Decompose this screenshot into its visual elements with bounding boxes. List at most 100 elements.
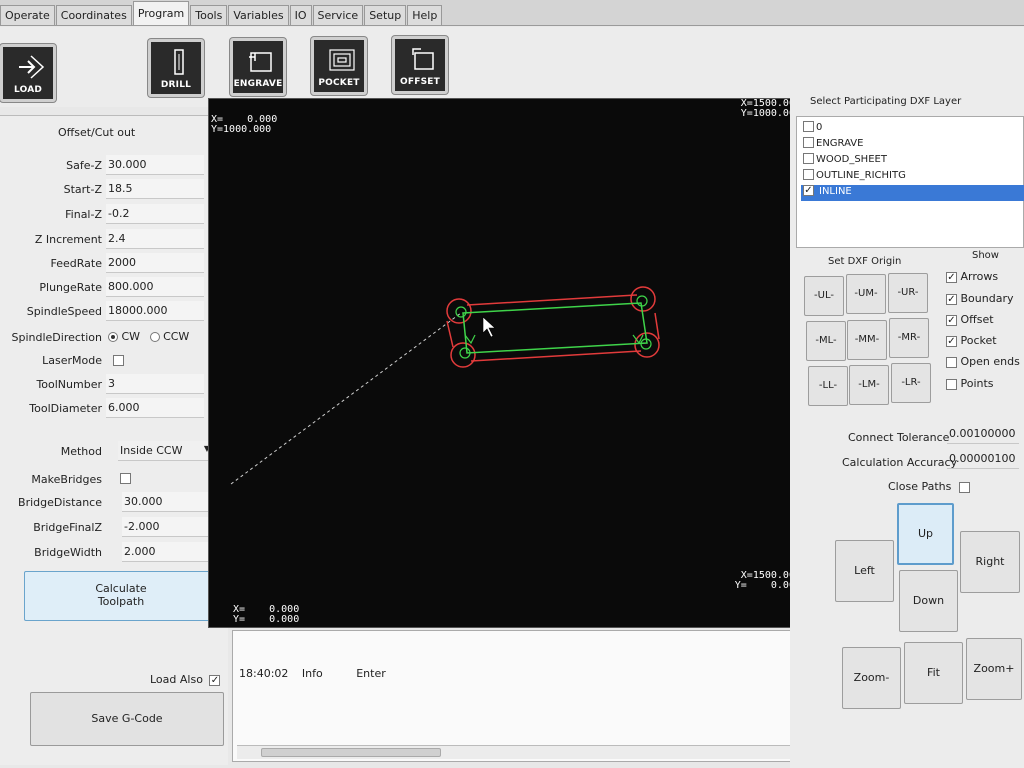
- tab-program[interactable]: Program: [132, 1, 190, 25]
- layer-checkbox[interactable]: [803, 153, 814, 164]
- origin-mr-button[interactable]: -MR-: [889, 318, 929, 358]
- method-value: Inside CCW: [120, 444, 183, 457]
- spindlespeed-field[interactable]: 18000.000: [106, 301, 204, 321]
- bridge-distance-field[interactable]: 30.000: [122, 492, 220, 512]
- save-gcode-button[interactable]: Save G-Code: [30, 692, 224, 746]
- spindle-direction-group: CW CCW: [108, 330, 189, 343]
- load-button[interactable]: LOAD: [0, 44, 56, 102]
- tab-service[interactable]: Service: [312, 5, 364, 25]
- show-boundary[interactable]: ✓ Boundary: [946, 292, 1013, 305]
- origin-um-button[interactable]: -UM-: [846, 274, 886, 314]
- layer-item[interactable]: OUTLINE_RICHITG: [801, 169, 1024, 185]
- layer-checkbox[interactable]: [803, 121, 814, 132]
- up-button[interactable]: Up: [897, 503, 954, 565]
- down-button[interactable]: Down: [899, 570, 958, 632]
- calculate-toolpath-button[interactable]: Calculate Toolpath: [24, 571, 218, 621]
- load-label: LOAD: [13, 85, 43, 95]
- show-points[interactable]: Points: [946, 377, 994, 390]
- show-points-checkbox[interactable]: [946, 378, 957, 390]
- feedrate-field[interactable]: 2000: [106, 253, 204, 273]
- bridge-width-field[interactable]: 2.000: [122, 542, 220, 562]
- show-offset[interactable]: ✓ Offset: [946, 313, 994, 326]
- make-bridges-label: MakeBridges: [31, 473, 102, 486]
- load-also-checkbox[interactable]: ✓: [209, 674, 221, 686]
- make-bridges-checkbox[interactable]: [120, 473, 131, 484]
- layer-checkbox[interactable]: ✓: [803, 185, 814, 196]
- tool-diameter-row: ToolDiameter 6.000: [0, 397, 228, 421]
- origin-title: Set DXF Origin: [828, 256, 902, 267]
- left-button[interactable]: Left: [835, 540, 894, 602]
- tool-diameter-field[interactable]: 6.000: [106, 398, 204, 418]
- tab-io[interactable]: IO: [289, 5, 312, 25]
- fit-button[interactable]: Fit: [904, 642, 963, 704]
- calculate-label-line2: Toolpath: [97, 595, 145, 608]
- zoom-in-button[interactable]: Zoom+: [966, 638, 1022, 700]
- show-boundary-checkbox[interactable]: ✓: [946, 293, 957, 305]
- show-boundary-label: Boundary: [960, 292, 1014, 305]
- method-label: Method: [60, 445, 102, 458]
- right-button[interactable]: Right: [960, 531, 1020, 593]
- load-icon: [19, 55, 45, 79]
- cw-radio[interactable]: [108, 332, 118, 342]
- close-paths-checkbox[interactable]: [958, 481, 970, 493]
- offset-button[interactable]: OFFSET: [392, 36, 448, 94]
- z-increment-field[interactable]: 2.4: [106, 229, 204, 249]
- show-arrows-checkbox[interactable]: ✓: [946, 271, 957, 283]
- origin-lm-button[interactable]: -LM-: [849, 365, 889, 405]
- connect-tolerance-field[interactable]: 0.00100000: [947, 424, 1019, 444]
- tab-help[interactable]: Help: [407, 5, 443, 25]
- show-offset-checkbox[interactable]: ✓: [946, 314, 957, 326]
- tab-variables[interactable]: Variables: [228, 5, 289, 25]
- show-open-ends[interactable]: Open ends: [946, 355, 1020, 368]
- origin-ml-button[interactable]: -ML-: [806, 321, 846, 361]
- show-open-ends-checkbox[interactable]: [946, 356, 957, 368]
- engrave-button[interactable]: ENGRAVE: [230, 38, 286, 96]
- origin-ll-button[interactable]: -LL-: [808, 366, 848, 406]
- ccw-label: CCW: [163, 330, 190, 343]
- method-select[interactable]: Inside CCW ▼: [118, 441, 214, 461]
- start-z-row: Start-Z 18.5: [0, 178, 228, 202]
- bridge-finalz-field[interactable]: -2.000: [122, 517, 220, 537]
- layer-checkbox[interactable]: [803, 137, 814, 148]
- zoom-out-button[interactable]: Zoom-: [842, 647, 901, 709]
- show-pocket[interactable]: ✓ Pocket: [946, 334, 997, 347]
- tab-setup[interactable]: Setup: [364, 5, 407, 25]
- offset-label: OFFSET: [400, 77, 440, 87]
- feedrate-row: FeedRate 2000: [0, 252, 228, 276]
- layer-item[interactable]: WOOD_SHEET: [801, 153, 1024, 169]
- drill-icon: [174, 49, 184, 75]
- ccw-radio[interactable]: [149, 332, 160, 342]
- final-z-field[interactable]: -0.2: [106, 204, 204, 224]
- toolpath-canvas[interactable]: X= 0.000 Y=1000.000 X=1500.000 Y=1000.00…: [208, 98, 804, 628]
- calc-accuracy-field[interactable]: 0.00000100: [947, 449, 1019, 469]
- origin-mm-button[interactable]: -MM-: [847, 320, 887, 360]
- scrollbar-thumb[interactable]: [261, 748, 441, 757]
- origin-lr-button[interactable]: -LR-: [891, 363, 931, 403]
- layer-checkbox[interactable]: [803, 169, 814, 180]
- show-arrows[interactable]: ✓ Arrows: [946, 270, 998, 283]
- pocket-button[interactable]: POCKET: [311, 37, 367, 95]
- calc-accuracy-label: Calculation Accuracy: [842, 456, 958, 469]
- tab-coordinates[interactable]: Coordinates: [55, 5, 132, 25]
- horizontal-scrollbar[interactable]: [237, 745, 803, 759]
- load-also-row: Load Also ✓: [150, 673, 221, 686]
- layer-item[interactable]: ENGRAVE: [801, 137, 1024, 153]
- layer-item-selected[interactable]: ✓ INLINE: [801, 185, 1024, 201]
- start-z-field[interactable]: 18.5: [106, 179, 204, 199]
- close-paths-label: Close Paths: [888, 480, 952, 493]
- show-pocket-label: Pocket: [960, 334, 997, 347]
- show-pocket-checkbox[interactable]: ✓: [946, 335, 957, 347]
- spindle-direction-label: SpindleDirection: [11, 331, 103, 344]
- drill-button[interactable]: DRILL: [148, 39, 204, 97]
- log-time: 18:40:02: [239, 667, 289, 680]
- laser-mode-checkbox[interactable]: [113, 355, 124, 366]
- safe-z-field[interactable]: 30.000: [106, 155, 204, 175]
- origin-ur-button[interactable]: -UR-: [888, 273, 928, 313]
- plungerate-field[interactable]: 800.000: [106, 277, 204, 297]
- tool-number-field[interactable]: 3: [106, 374, 204, 394]
- layer-item[interactable]: 0: [801, 121, 1024, 137]
- spindlespeed-row: SpindleSpeed 18000.000: [0, 300, 228, 324]
- origin-ul-button[interactable]: -UL-: [804, 276, 844, 316]
- tab-operate[interactable]: Operate: [0, 5, 55, 25]
- tab-tools[interactable]: Tools: [190, 5, 228, 25]
